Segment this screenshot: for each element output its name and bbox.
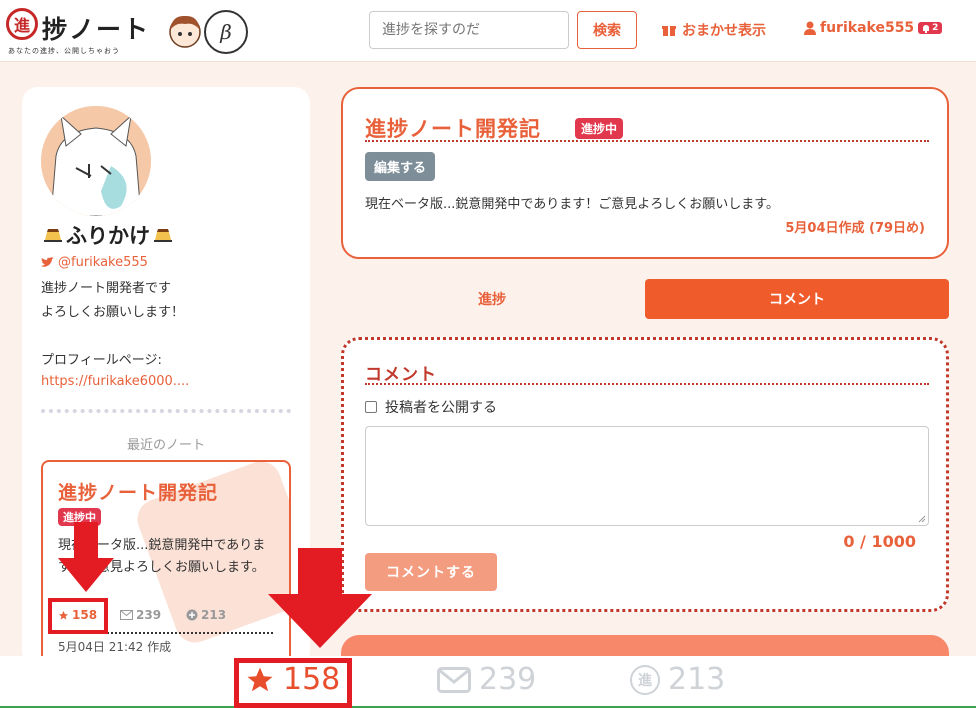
highlight-box bbox=[234, 658, 352, 708]
profile-page-link[interactable]: https://furikake6000.... bbox=[41, 374, 189, 389]
twitter-handle: @furikake555 bbox=[58, 255, 148, 270]
comment-count: 239 bbox=[120, 608, 161, 622]
down-arrow-icon bbox=[268, 548, 372, 648]
edit-button[interactable]: 編集する bbox=[365, 152, 436, 181]
comment-count-value: 239 bbox=[136, 608, 162, 622]
comment-stat-value: 239 bbox=[479, 662, 537, 697]
profile-page-label: プロフィールページ: bbox=[41, 353, 162, 368]
logo-mark: 進 bbox=[6, 8, 38, 40]
progress-count-value: 213 bbox=[201, 608, 227, 622]
display-name: ふりかけ bbox=[44, 220, 172, 250]
mascot-icon bbox=[169, 15, 201, 48]
bell-icon bbox=[923, 24, 930, 33]
public-author-option[interactable]: 投稿者を公開する bbox=[365, 397, 497, 417]
search-button[interactable]: 検索 bbox=[577, 11, 637, 49]
divider bbox=[365, 140, 929, 142]
progress-icon: 進 bbox=[630, 664, 660, 695]
display-name-text: ふりかけ bbox=[66, 224, 150, 248]
submit-comment-button[interactable]: コメントする bbox=[365, 553, 497, 591]
progress-icon bbox=[186, 609, 198, 621]
beta-mark: β bbox=[204, 10, 248, 54]
comment-form: コメント 投稿者を公開する 0 / 1000 コメントする bbox=[341, 337, 949, 612]
logo-tagline: あなたの進捗、公開しちゃおう bbox=[8, 47, 120, 55]
recent-note-date: 5月04日 21:42 作成 bbox=[58, 640, 172, 654]
notification-badge[interactable]: 2 bbox=[918, 22, 943, 34]
avatar-illustration bbox=[41, 106, 151, 216]
recent-note-title: 進捗ノート開発記 bbox=[58, 482, 219, 504]
twitter-icon bbox=[41, 257, 54, 267]
comment-textarea[interactable] bbox=[365, 426, 929, 526]
highlight-box bbox=[48, 598, 108, 634]
resize-handle-icon[interactable] bbox=[918, 515, 926, 523]
status-badge: 進捗中 bbox=[575, 118, 624, 139]
random-display-link[interactable]: おまかせ表示 bbox=[662, 20, 766, 40]
mail-icon bbox=[120, 610, 133, 620]
twitter-link[interactable]: @furikake555 bbox=[41, 255, 148, 270]
char-counter: 0 / 1000 bbox=[843, 532, 916, 551]
username: furikake555 bbox=[820, 20, 915, 36]
stats-bar: 158 239 進 213 bbox=[0, 656, 976, 708]
progress-count: 213 bbox=[186, 608, 226, 622]
search-input[interactable] bbox=[369, 11, 569, 49]
bio-line-2: よろしくお願いします！ bbox=[41, 305, 185, 320]
notification-count: 2 bbox=[932, 23, 939, 33]
down-arrow-icon bbox=[58, 522, 114, 592]
divider bbox=[41, 409, 291, 413]
divider bbox=[365, 383, 929, 385]
tab-progress[interactable]: 進捗 bbox=[341, 279, 643, 319]
comment-heading: コメント bbox=[365, 365, 437, 385]
top-navbar: 進 捗ノート あなたの進捗、公開しちゃおう β 検索 おまかせ表示 furika… bbox=[0, 0, 976, 62]
user-menu[interactable]: furikake555 2 bbox=[804, 20, 943, 36]
note-title: 進捗ノート開発記 bbox=[365, 117, 541, 141]
public-author-checkbox[interactable] bbox=[365, 401, 377, 413]
bio-line-1: 進捗ノート開発者です bbox=[41, 281, 172, 296]
user-icon bbox=[804, 21, 816, 35]
progress-stat[interactable]: 進 213 bbox=[630, 662, 725, 697]
recent-notes-label: 最近のノート bbox=[126, 438, 205, 453]
comment-stat[interactable]: 239 bbox=[437, 662, 536, 697]
site-logo[interactable]: 進 捗ノート あなたの進捗、公開しちゃおう bbox=[6, 6, 158, 56]
pudding-icon bbox=[154, 229, 172, 242]
tab-comment[interactable]: コメント bbox=[645, 279, 949, 319]
note-description: 現在ベータ版...鋭意開発中であります！ご意見よろしくお願いします。 bbox=[365, 197, 779, 212]
gift-icon bbox=[662, 26, 676, 36]
pudding-icon bbox=[44, 229, 62, 242]
logo-title: 捗ノート bbox=[42, 15, 151, 44]
note-created-date: 5月04日作成 (79日め) bbox=[785, 221, 925, 236]
public-author-label: 投稿者を公開する bbox=[385, 400, 497, 416]
progress-stat-value: 213 bbox=[668, 662, 726, 697]
note-header-card: 進捗ノート開発記 進捗中 編集する 現在ベータ版...鋭意開発中であります！ご意… bbox=[341, 87, 949, 259]
mail-icon bbox=[437, 666, 471, 693]
random-display-label: おまかせ表示 bbox=[682, 23, 766, 39]
avatar[interactable] bbox=[41, 106, 151, 216]
